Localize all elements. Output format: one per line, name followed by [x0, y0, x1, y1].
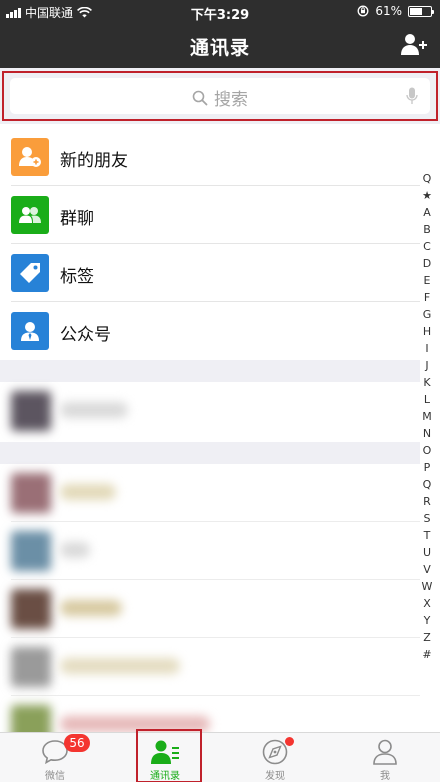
index-letter[interactable]: O — [416, 442, 438, 459]
avatar — [11, 473, 51, 513]
group-chat-icon — [11, 196, 49, 234]
avatar — [11, 705, 51, 732]
index-letter[interactable]: T — [416, 527, 438, 544]
list-item-label: 公众号 — [60, 325, 111, 345]
list-item-label: 群聊 — [60, 209, 94, 229]
section-header — [0, 442, 420, 464]
list-item[interactable] — [0, 522, 420, 580]
tab-label: 微信 — [45, 771, 65, 782]
list-item-label: 新的朋友 — [60, 151, 128, 171]
index-letter[interactable]: H — [416, 323, 438, 340]
contact-name — [60, 542, 90, 558]
index-letter[interactable]: Q — [416, 476, 438, 493]
contact-list — [0, 360, 420, 732]
search-section: 搜索 — [0, 68, 440, 124]
index-letter[interactable]: Q — [416, 170, 438, 187]
avatar — [11, 391, 51, 431]
list-item[interactable] — [0, 638, 420, 696]
tab-me[interactable]: 我 — [330, 733, 440, 782]
tag-icon — [11, 254, 49, 292]
list-item-official-accounts[interactable]: 公众号 — [0, 302, 420, 360]
contact-name — [60, 658, 180, 674]
nav-bar: 通讯录 — [0, 22, 440, 68]
tab-bar: 56 微信 通讯录 发现 我 — [0, 729, 440, 782]
alphabet-index-bar[interactable]: Q ★ A B C D E F G H I J K L M N O P Q R S T U V W X Y Z # — [416, 170, 438, 663]
index-letter[interactable]: Z — [416, 629, 438, 646]
list-item-tags[interactable]: 标签 — [0, 244, 420, 302]
battery-level — [410, 7, 423, 15]
index-letter[interactable]: M — [416, 408, 438, 425]
index-letter[interactable]: I — [416, 340, 438, 357]
battery-icon — [408, 5, 434, 17]
new-friend-icon — [11, 138, 49, 176]
profile-icon — [373, 739, 397, 765]
add-contact-icon[interactable] — [400, 31, 428, 59]
index-letter[interactable]: S — [416, 510, 438, 527]
index-letter[interactable]: V — [416, 561, 438, 578]
index-letter[interactable]: A — [416, 204, 438, 221]
tab-discover[interactable]: 发现 — [220, 733, 330, 782]
index-letter[interactable]: C — [416, 238, 438, 255]
list-item[interactable] — [0, 696, 420, 732]
avatar — [11, 647, 51, 687]
index-letter[interactable]: J — [416, 357, 438, 374]
list-item[interactable] — [0, 580, 420, 638]
index-letter[interactable]: W — [416, 578, 438, 595]
avatar — [11, 589, 51, 629]
tab-label: 我 — [380, 771, 390, 782]
tab-chats[interactable]: 56 微信 — [0, 733, 110, 782]
page-title: 通讯录 — [189, 37, 250, 59]
index-letter[interactable]: K — [416, 374, 438, 391]
notification-dot — [285, 737, 294, 746]
contact-name — [60, 600, 122, 616]
index-letter[interactable]: # — [416, 646, 438, 663]
index-letter[interactable]: U — [416, 544, 438, 561]
contact-name — [60, 484, 116, 500]
tab-label: 发现 — [265, 771, 285, 782]
list-item[interactable] — [0, 464, 420, 522]
battery-percent: 61% — [375, 4, 402, 18]
section-header — [0, 360, 420, 382]
index-letter[interactable]: L — [416, 391, 438, 408]
index-letter[interactable]: G — [416, 306, 438, 323]
avatar — [11, 531, 51, 571]
list-item[interactable] — [0, 382, 420, 440]
contact-name — [60, 402, 128, 418]
unread-badge: 56 — [64, 734, 90, 752]
rotation-lock-icon — [357, 5, 369, 17]
index-letter[interactable]: ★ — [416, 187, 438, 204]
list-item-label: 标签 — [60, 267, 94, 287]
index-letter[interactable]: Y — [416, 612, 438, 629]
list-item-new-friends[interactable]: 新的朋友 — [0, 128, 420, 186]
index-letter[interactable]: X — [416, 595, 438, 612]
status-right: 61% — [357, 4, 434, 18]
status-bar: 中国联通 下午3:29 61% — [0, 0, 440, 23]
index-letter[interactable]: E — [416, 272, 438, 289]
index-letter[interactable]: N — [416, 425, 438, 442]
index-letter[interactable]: B — [416, 221, 438, 238]
official-account-icon — [11, 312, 49, 350]
list-item-group-chats[interactable]: 群聊 — [0, 186, 420, 244]
index-letter[interactable]: R — [416, 493, 438, 510]
search-highlight-frame — [2, 71, 438, 121]
index-letter[interactable]: D — [416, 255, 438, 272]
tab-highlight-frame — [136, 729, 202, 782]
index-letter[interactable]: F — [416, 289, 438, 306]
index-letter[interactable]: P — [416, 459, 438, 476]
contacts-menu: 新的朋友 群聊 标签 公众号 — [0, 128, 420, 360]
